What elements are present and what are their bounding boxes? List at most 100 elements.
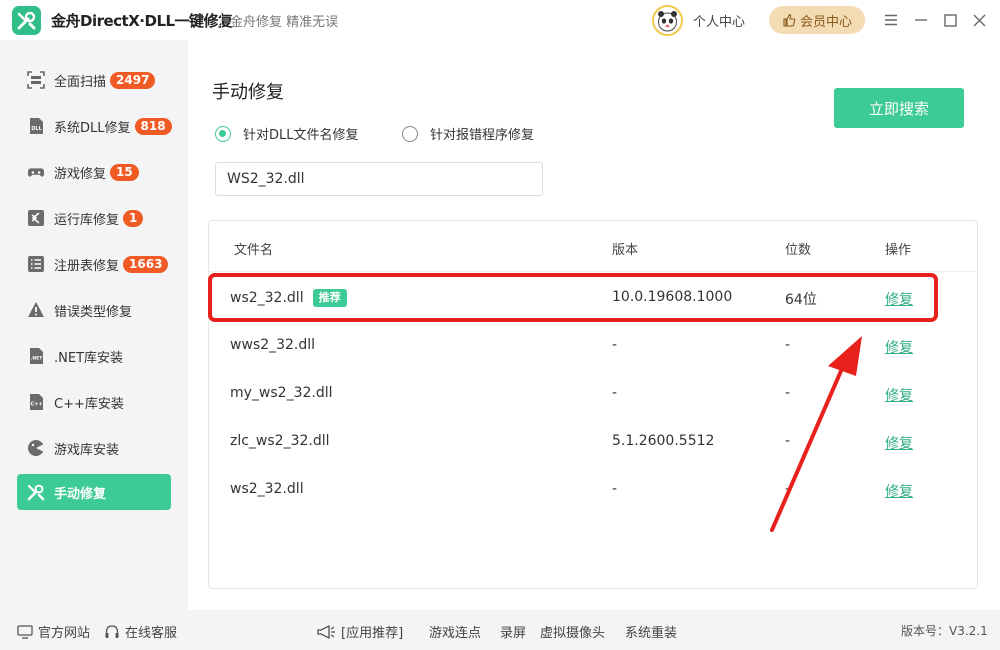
results-table: 文件名 版本 位数 操作 ws2_32.dll 推荐 10.0.19608.100… xyxy=(208,220,978,589)
count-badge: 15 xyxy=(110,163,139,181)
version-label: 版本号：V3.2.1 xyxy=(901,624,988,638)
repair-link[interactable]: 修复 xyxy=(885,340,913,356)
file-name: ws2_32.dll xyxy=(230,290,304,306)
bits-cell: - xyxy=(785,481,791,497)
user-center-link[interactable]: 个人中心 xyxy=(693,11,745,30)
table-row: wws2_32.dll - - 修复 xyxy=(209,321,977,369)
official-site-label: 官方网站 xyxy=(38,626,91,641)
radio-label: 针对DLL文件名修复 xyxy=(243,128,359,143)
scan-icon xyxy=(27,71,45,89)
minimize-icon[interactable] xyxy=(911,10,931,30)
main-panel: 手动修复 针对DLL文件名修复 针对报错程序修复 立即搜索 文件名 版本 位数 … xyxy=(188,40,1000,610)
app-slogan: 金舟修复 精准无误 xyxy=(230,15,339,30)
sidebar-item-label: 错误类型修复 xyxy=(54,304,133,320)
radio-label: 针对报错程序修复 xyxy=(430,128,535,143)
dotnet-icon: .NET xyxy=(27,347,45,365)
sidebar-item-cpp[interactable]: C++ C++库安装 xyxy=(17,384,171,420)
sidebar-item-label: 游戏库安装 xyxy=(54,442,120,458)
cpp-icon: C++ xyxy=(27,393,45,411)
search-now-button[interactable]: 立即搜索 xyxy=(834,88,964,128)
footer-link-system-reinstall[interactable]: 系统重装 xyxy=(625,622,677,641)
table-row: ws2_32.dll 推荐 10.0.19608.1000 64位 修复 xyxy=(209,273,977,321)
app-recommend: [应用推荐] xyxy=(316,622,403,641)
column-header-filename: 文件名 xyxy=(234,243,274,258)
column-header-action: 操作 xyxy=(885,243,912,258)
count-badge: 1663 xyxy=(123,255,169,273)
svg-text:C++: C++ xyxy=(30,402,42,408)
file-name-cell: ws2_32.dll 推荐 xyxy=(230,289,347,307)
footer: 官方网站 在线客服 [应用推荐] 游戏连点 录屏 虚拟摄像头 系统重装 版本号：… xyxy=(0,610,1000,650)
sidebar-item-label: .NET库安装 xyxy=(54,350,124,366)
radio-dll-filename[interactable]: 针对DLL文件名修复 xyxy=(215,124,359,143)
megaphone-icon xyxy=(317,624,335,639)
sidebar-item-dotnet[interactable]: .NET .NET库安装 xyxy=(17,338,171,374)
repair-link[interactable]: 修复 xyxy=(885,436,913,452)
sidebar: 全面扫描 2497 DLL 系统DLL修复 818 游戏修复 15 运行库修复 … xyxy=(0,40,188,610)
version-cell: - xyxy=(612,337,618,353)
close-icon[interactable] xyxy=(969,10,989,30)
sidebar-item-label: 注册表修复 xyxy=(54,258,120,274)
file-name: zlc_ws2_32.dll xyxy=(230,433,330,449)
registry-icon xyxy=(27,255,45,273)
file-name: my_ws2_32.dll xyxy=(230,385,333,401)
footer-link-screen-record[interactable]: 录屏 xyxy=(500,622,526,641)
title-divider xyxy=(221,11,222,29)
repair-link[interactable]: 修复 xyxy=(885,292,913,308)
sidebar-item-registry[interactable]: 注册表修复 1663 xyxy=(17,246,171,282)
maximize-icon[interactable] xyxy=(940,10,960,30)
sidebar-item-full-scan[interactable]: 全面扫描 2497 xyxy=(17,62,171,98)
vip-center-button[interactable]: 会员中心 xyxy=(769,6,865,34)
sidebar-item-label: 手动修复 xyxy=(54,486,107,502)
sidebar-item-manual-repair[interactable]: 手动修复 xyxy=(17,474,171,510)
sidebar-item-error-type[interactable]: 错误类型修复 xyxy=(17,292,171,328)
version-cell: 10.0.19608.1000 xyxy=(612,289,733,305)
bits-cell: 64位 xyxy=(785,292,817,308)
svg-text:DLL: DLL xyxy=(31,126,42,132)
footer-link-auto-clicker[interactable]: 游戏连点 xyxy=(429,622,481,641)
file-name: ws2_32.dll xyxy=(230,481,304,497)
sidebar-item-runtime[interactable]: 运行库修复 1 xyxy=(17,200,171,236)
count-badge: 1 xyxy=(123,209,144,227)
sidebar-item-label: 游戏修复 xyxy=(54,166,107,182)
recommended-tag: 推荐 xyxy=(312,289,347,307)
title-bar: 金舟DirectX·DLL一键修复 金舟修复 精准无误 个人中心 会员中心 xyxy=(0,0,1000,40)
official-site-link[interactable]: 官方网站 xyxy=(17,622,90,641)
warning-icon xyxy=(27,301,45,319)
bits-cell: - xyxy=(785,433,791,449)
gamepad-icon xyxy=(27,163,45,181)
sidebar-item-label: 系统DLL修复 xyxy=(54,120,131,136)
version-cell: - xyxy=(612,481,618,497)
dll-search-input[interactable] xyxy=(215,162,543,196)
thumbs-up-icon xyxy=(783,13,796,27)
repair-link[interactable]: 修复 xyxy=(885,388,913,404)
count-badge: 818 xyxy=(134,117,172,135)
table-row: ws2_32.dll - - 修复 xyxy=(209,465,977,513)
sidebar-item-system-dll[interactable]: DLL 系统DLL修复 818 xyxy=(17,108,172,144)
avatar[interactable] xyxy=(652,5,683,36)
sidebar-item-game-repair[interactable]: 游戏修复 15 xyxy=(17,154,171,190)
dll-icon: DLL xyxy=(27,117,45,135)
bits-cell: - xyxy=(785,337,791,353)
version-cell: 5.1.2600.5512 xyxy=(612,433,715,449)
app-title: 金舟DirectX·DLL一键修复 xyxy=(51,12,233,30)
wrench-icon xyxy=(27,483,45,501)
menu-icon[interactable] xyxy=(881,10,901,30)
svg-text:.NET: .NET xyxy=(31,356,44,362)
column-header-bits: 位数 xyxy=(785,243,812,258)
sidebar-item-label: C++库安装 xyxy=(54,396,124,412)
radio-dot xyxy=(402,125,418,142)
app-logo-icon xyxy=(12,6,41,35)
vip-center-label: 会员中心 xyxy=(799,14,852,30)
house-icon xyxy=(17,624,33,639)
footer-link-virtual-camera[interactable]: 虚拟摄像头 xyxy=(540,622,605,641)
sidebar-item-label: 运行库修复 xyxy=(54,212,120,228)
runtime-icon xyxy=(27,209,45,227)
online-service-label: 在线客服 xyxy=(125,626,178,641)
online-service-link[interactable]: 在线客服 xyxy=(104,622,177,641)
repair-link[interactable]: 修复 xyxy=(885,484,913,500)
version-cell: - xyxy=(612,385,618,401)
headset-icon xyxy=(105,624,119,638)
sidebar-item-game-lib[interactable]: 游戏库安装 xyxy=(17,430,171,466)
radio-error-program[interactable]: 针对报错程序修复 xyxy=(402,124,534,143)
game-lib-icon xyxy=(27,439,45,457)
